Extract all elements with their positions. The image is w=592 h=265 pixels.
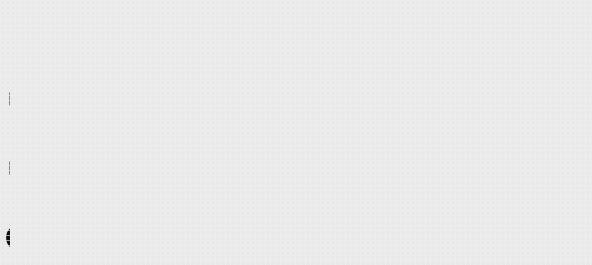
menu-item-label: ClearSong xyxy=(44,135,358,203)
menu-item-panel-record[interactable]: ● PanelRecord >Ent xyxy=(6,204,592,262)
menu-title-row: -S.SEQ Menu- xyxy=(6,0,592,58)
lcd-display: -S.SEQ Menu- ▪ ClearTrack >Ent ▪ ClearSong… xyxy=(0,0,592,265)
enter-action-label: >Ent xyxy=(434,63,574,131)
menu-title: -S.SEQ Menu- xyxy=(6,0,425,63)
enter-action-label: >Ent xyxy=(434,132,574,200)
menu-item-clear-track[interactable]: ▪ ClearTrack >Ent xyxy=(6,63,592,134)
selected-cursor-icon: ● xyxy=(6,209,36,260)
square-bullet-icon: ▪ xyxy=(6,77,30,117)
menu-item-label: PanelRecord xyxy=(44,199,428,265)
enter-action-label: >Ent xyxy=(434,199,574,265)
menu-item-label: ClearTrack xyxy=(44,66,393,134)
menu-item-clear-song[interactable]: ▪ ClearSong >Ent xyxy=(6,132,592,203)
square-bullet-icon: ▪ xyxy=(6,146,30,186)
